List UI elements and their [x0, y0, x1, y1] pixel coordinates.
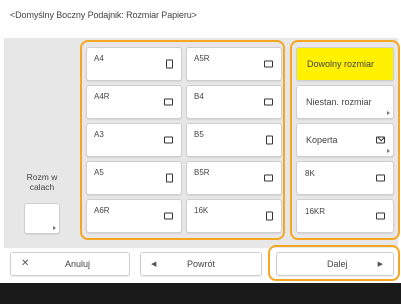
cancel-button[interactable]: ✕ Anuluj	[10, 252, 130, 276]
portrait-paper-icon	[166, 173, 173, 183]
page-title: <Domyślny Boczny Podajnik: Rozmiar Papie…	[10, 10, 197, 20]
arrow-left-icon: ◀	[151, 261, 157, 268]
inch-size-button[interactable]	[24, 203, 60, 234]
paper-size-b4[interactable]: B4	[186, 85, 282, 119]
landscape-paper-icon	[164, 136, 173, 144]
paper-size-b5[interactable]: B5	[186, 123, 282, 157]
paper-size-8k[interactable]: 8K	[296, 161, 394, 195]
envelope-label: Koperta	[306, 135, 338, 145]
next-button[interactable]: Dalej ▶	[276, 252, 394, 276]
paper-size-a5[interactable]: A5	[86, 161, 182, 195]
free-size-label: Dowolny rozmiar	[307, 59, 375, 69]
custom-size-button[interactable]: Niestan. rozmiar	[296, 85, 394, 119]
paper-size-label: 16KR	[305, 207, 326, 216]
paper-size-16k[interactable]: 16K	[186, 199, 282, 233]
paper-size-label: 16K	[194, 206, 209, 215]
paper-size-label: B5	[194, 130, 204, 139]
landscape-paper-icon	[164, 212, 173, 220]
landscape-paper-icon	[164, 98, 173, 106]
paper-size-label: A5R	[194, 54, 210, 63]
paper-size-label: A4R	[94, 92, 110, 101]
paper-size-label: 8K	[305, 169, 315, 178]
paper-size-16kr[interactable]: 16KR	[296, 199, 394, 233]
cancel-label: Anuluj	[65, 259, 91, 269]
paper-size-label: A3	[94, 130, 104, 139]
arrow-right-icon: ▶	[377, 261, 383, 268]
submenu-arrow-icon	[387, 149, 390, 153]
close-icon: ✕	[21, 258, 30, 269]
portrait-paper-icon	[266, 211, 273, 221]
paper-size-a4[interactable]: A4	[86, 47, 182, 81]
back-button[interactable]: ◀ Powrót	[140, 252, 262, 276]
paper-size-label: A6R	[94, 206, 110, 215]
portrait-paper-icon	[266, 135, 273, 145]
next-label: Dalej	[327, 259, 348, 269]
envelope-icon	[376, 136, 385, 144]
paper-size-label: A4	[94, 54, 104, 63]
landscape-paper-icon	[376, 174, 385, 182]
envelope-button[interactable]: Koperta	[296, 123, 394, 157]
submenu-arrow-icon	[387, 111, 390, 115]
submenu-arrow-icon	[53, 226, 56, 230]
landscape-paper-icon	[264, 60, 273, 68]
paper-size-a5r[interactable]: A5R	[186, 47, 282, 81]
landscape-paper-icon	[376, 212, 385, 220]
paper-size-label: B5R	[194, 168, 210, 177]
portrait-paper-icon	[166, 59, 173, 69]
free-size-button[interactable]: Dowolny rozmiar	[296, 47, 394, 81]
paper-size-label: B4	[194, 92, 204, 101]
paper-size-a4r[interactable]: A4R	[86, 85, 182, 119]
paper-size-label: A5	[94, 168, 104, 177]
paper-size-b5r[interactable]: B5R	[186, 161, 282, 195]
paper-size-a6r[interactable]: A6R	[86, 199, 182, 233]
status-bar	[0, 283, 401, 304]
back-label: Powrót	[187, 259, 216, 269]
landscape-paper-icon	[264, 174, 273, 182]
custom-size-label: Niestan. rozmiar	[306, 97, 372, 107]
paper-size-a3[interactable]: A3	[86, 123, 182, 157]
inch-size-label: Rozm w calach	[26, 172, 58, 192]
landscape-paper-icon	[264, 98, 273, 106]
